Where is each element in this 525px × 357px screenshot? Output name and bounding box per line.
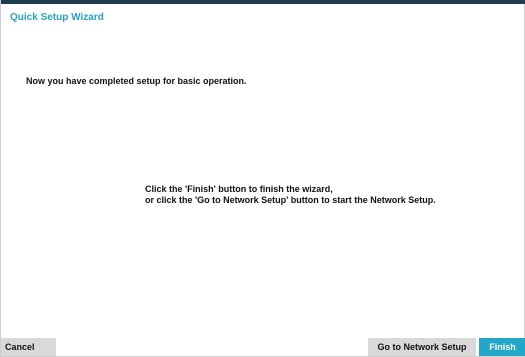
- wizard-footer: Cancel Go to Network Setup Finish: [1, 338, 525, 356]
- cancel-button[interactable]: Cancel: [1, 338, 56, 356]
- instruction-line: or click the 'Go to Network Setup' butto…: [145, 195, 436, 205]
- instructions-block: Click the 'Finish' button to finish the …: [145, 184, 436, 206]
- quick-setup-wizard-window: Quick Setup Wizard Now you have complete…: [0, 0, 525, 357]
- instruction-line: Click the 'Finish' button to finish the …: [145, 184, 333, 194]
- go-to-network-setup-button[interactable]: Go to Network Setup: [368, 338, 476, 356]
- finish-button[interactable]: Finish: [479, 338, 525, 356]
- wizard-content: Now you have completed setup for basic o…: [1, 0, 525, 357]
- completion-message: Now you have completed setup for basic o…: [26, 76, 247, 86]
